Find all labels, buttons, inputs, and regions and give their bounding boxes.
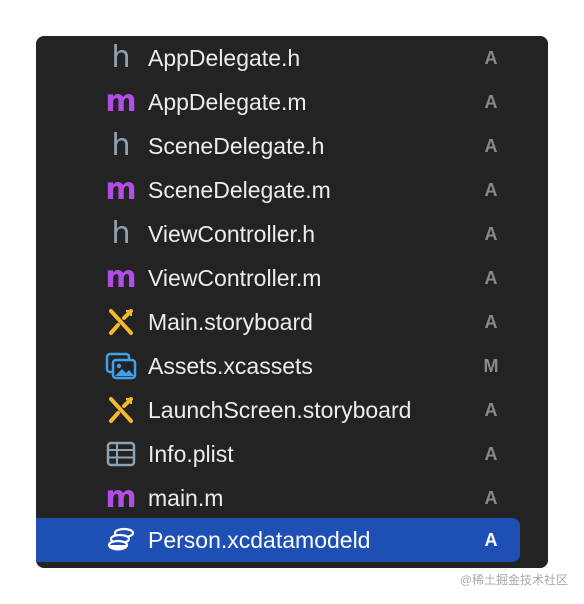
header-file-icon: h [111, 128, 131, 163]
file-row-launchscreen-storyboard[interactable]: LaunchScreen.storyboard A [36, 388, 520, 432]
file-status: A [484, 529, 498, 550]
file-row-viewcontroller-h[interactable]: h ViewController.h A [36, 212, 520, 256]
file-status: A [484, 311, 498, 332]
plist-icon [104, 437, 138, 471]
file-row-main-m[interactable]: m main.m A [36, 476, 520, 520]
storyboard-icon [104, 305, 138, 339]
header-file-icon: h [111, 40, 131, 75]
file-name: ViewController.m [148, 264, 322, 291]
file-name: LaunchScreen.storyboard [148, 396, 412, 423]
scrollbar-track[interactable] [524, 36, 548, 568]
file-status: A [484, 91, 498, 112]
file-row-viewcontroller-m[interactable]: m ViewController.m A [36, 256, 520, 300]
project-navigator: h AppDelegate.h A m AppDelegate.m A h Sc… [36, 36, 548, 568]
file-name: SceneDelegate.h [148, 132, 325, 159]
objc-source-file-icon: m [105, 480, 137, 515]
file-row-scenedelegate-h[interactable]: h SceneDelegate.h A [36, 124, 520, 168]
objc-source-file-icon: m [105, 172, 137, 207]
file-name: AppDelegate.m [148, 88, 307, 115]
file-row-info-plist[interactable]: Info.plist A [36, 432, 520, 476]
file-name: main.m [148, 484, 224, 511]
file-status: A [484, 135, 498, 156]
file-status: A [484, 399, 498, 420]
file-row-appdelegate-h[interactable]: h AppDelegate.h A [36, 36, 520, 80]
storyboard-icon [104, 393, 138, 427]
file-status: A [484, 47, 498, 68]
file-status: A [484, 179, 498, 200]
header-file-icon: h [111, 216, 131, 251]
file-name: SceneDelegate.m [148, 176, 331, 203]
file-name: AppDelegate.h [148, 44, 301, 71]
file-row-appdelegate-m[interactable]: m AppDelegate.m A [36, 80, 520, 124]
file-row-person-xcdatamodeld[interactable]: Person.xcdatamodeld A [36, 518, 520, 562]
asset-catalog-icon [104, 349, 138, 383]
file-name: Info.plist [148, 440, 234, 467]
file-status: A [484, 443, 498, 464]
file-name: Assets.xcassets [148, 352, 313, 379]
file-row-scenedelegate-m[interactable]: m SceneDelegate.m A [36, 168, 520, 212]
file-status: A [484, 223, 498, 244]
file-status: A [484, 487, 498, 508]
objc-source-file-icon: m [105, 260, 137, 295]
objc-source-file-icon: m [105, 84, 137, 119]
file-status: A [484, 267, 498, 288]
file-row-assets-xcassets[interactable]: Assets.xcassets M [36, 344, 520, 388]
file-name: Person.xcdatamodeld [148, 526, 371, 553]
file-name: ViewController.h [148, 220, 316, 247]
core-data-model-icon [104, 523, 138, 557]
file-status: M [483, 355, 499, 376]
file-name: Main.storyboard [148, 308, 313, 335]
watermark: @稀土掘金技术社区 [459, 573, 568, 587]
file-row-main-storyboard[interactable]: Main.storyboard A [36, 300, 520, 344]
